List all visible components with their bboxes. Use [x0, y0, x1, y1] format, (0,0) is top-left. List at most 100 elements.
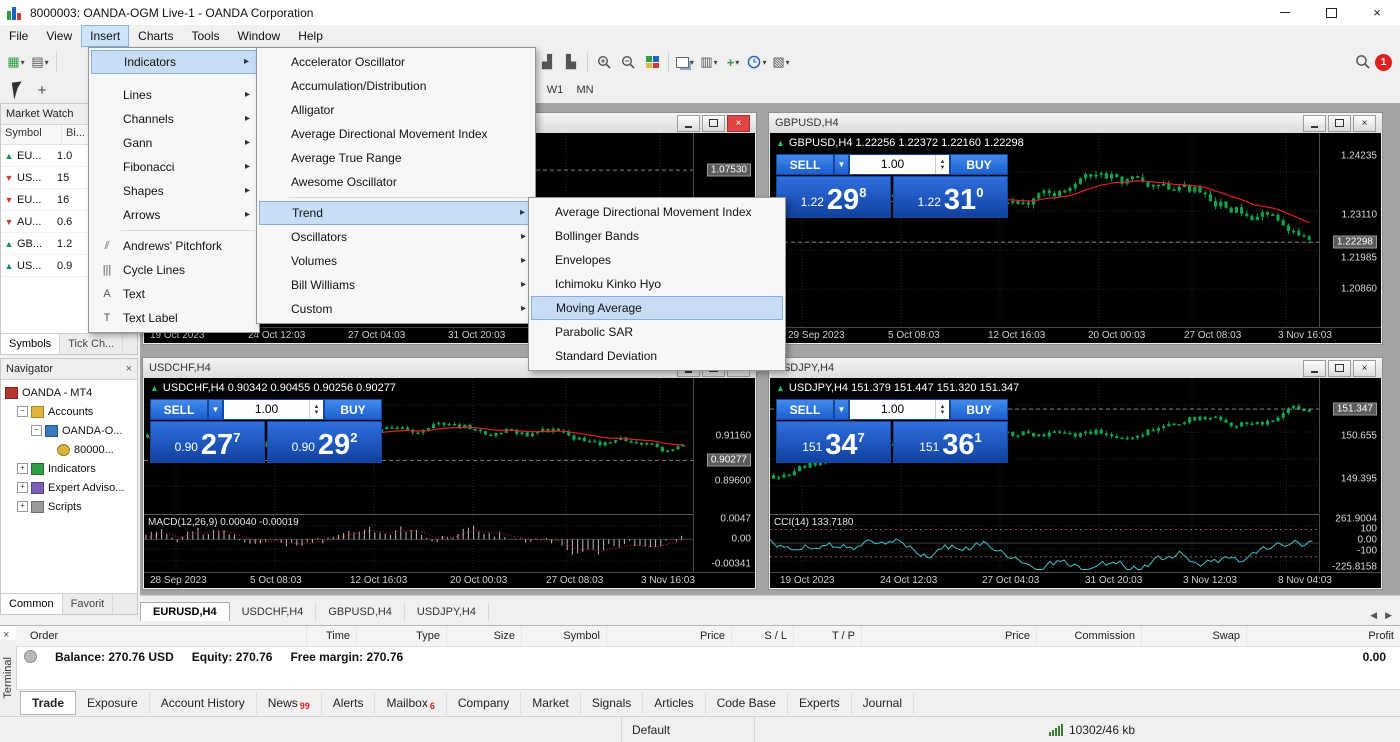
column-stop-loss[interactable]: S / L — [731, 626, 793, 646]
window-maximize-button[interactable] — [1308, 0, 1354, 25]
buy-price[interactable]: 0.90292 — [267, 421, 382, 463]
chart-restore-button[interactable] — [1328, 360, 1351, 377]
indicator-list-icon[interactable]: ▟ — [536, 51, 558, 73]
menu-item-text[interactable]: AText — [91, 282, 257, 306]
lot-dropdown-icon[interactable]: ▼ — [834, 154, 849, 175]
menu-item-accelerator-oscillator[interactable]: Accelerator Oscillator — [259, 50, 533, 74]
column-symbol[interactable]: Symbol — [1, 125, 62, 144]
chart-minimize-button[interactable] — [677, 115, 700, 132]
terminal-tab-company[interactable]: Company — [447, 692, 521, 714]
menu-item-parabolic-sar[interactable]: Parabolic SAR — [531, 320, 783, 344]
terminal-tab-code-base[interactable]: Code Base — [706, 692, 788, 714]
column-profit[interactable]: Profit — [1246, 626, 1400, 646]
column-time[interactable]: Time — [306, 626, 356, 646]
terminal-tab-alerts[interactable]: Alerts — [322, 692, 376, 714]
column-type[interactable]: Type — [356, 626, 446, 646]
menu-file[interactable]: File — [0, 25, 37, 47]
column-symbol[interactable]: Symbol — [521, 626, 606, 646]
lot-spinner[interactable]: ▲▼ — [935, 400, 949, 419]
window-close-button[interactable]: × — [1354, 0, 1400, 25]
profiles-button[interactable]: ▤▾ — [29, 51, 51, 73]
menu-view[interactable]: View — [37, 25, 81, 47]
menu-item-moving-average[interactable]: Moving Average — [531, 296, 783, 320]
chart-titlebar[interactable]: USDJPY,H4 × — [769, 358, 1382, 378]
navigator-item-indicators[interactable]: +Indicators — [5, 459, 137, 478]
chart-tab-gbpusd[interactable]: GBPUSD,H4 — [316, 603, 405, 621]
period-w1-button[interactable]: W1 — [540, 80, 570, 100]
navigator-item-account-server[interactable]: OANDA - MT4 — [5, 383, 137, 402]
menu-charts[interactable]: Charts — [129, 25, 182, 47]
buy-button[interactable]: BUY — [950, 399, 1008, 420]
tab-symbols[interactable]: Symbols — [1, 334, 60, 354]
buy-price[interactable]: 151361 — [893, 421, 1008, 463]
terminal-tab-journal[interactable]: Journal — [852, 692, 914, 714]
chart-close-button[interactable]: × — [1353, 115, 1376, 132]
menu-item-text-label[interactable]: TText Label — [91, 306, 257, 330]
window-minimize-button[interactable] — [1262, 0, 1308, 25]
navigator-item-account-number[interactable]: 80000... — [5, 440, 137, 459]
navigator-item-server[interactable]: −OANDA-O... — [5, 421, 137, 440]
chart-minimize-button[interactable] — [1303, 360, 1326, 377]
cci-indicator-window[interactable]: CCI(14) 133.7180 — [770, 514, 1319, 573]
menu-window[interactable]: Window — [229, 25, 290, 47]
sell-price[interactable]: 1.22298 — [776, 176, 891, 218]
lot-dropdown-icon[interactable]: ▼ — [834, 399, 849, 420]
sell-button[interactable]: SELL — [776, 399, 834, 420]
menu-item-fibonacci[interactable]: Fibonacci▸ — [91, 155, 257, 179]
tabs-scroll-right-icon[interactable]: ▶ — [1385, 610, 1392, 621]
macd-indicator-window[interactable]: MACD(12,26,9) 0.00040 -0.00019 — [144, 514, 693, 573]
menu-item-shapes[interactable]: Shapes▸ — [91, 179, 257, 203]
new-chart-button[interactable]: ▦▾ — [5, 51, 27, 73]
cascade-windows-icon[interactable]: ▾ — [674, 51, 696, 73]
menu-item-ichimoku[interactable]: Ichimoku Kinko Hyo — [531, 272, 783, 296]
lot-spinner[interactable]: ▲▼ — [309, 400, 323, 419]
terminal-tab-exposure[interactable]: Exposure — [76, 692, 150, 714]
menu-insert[interactable]: Insert — [81, 25, 129, 47]
menu-item-custom[interactable]: Custom▸ — [259, 297, 533, 321]
menu-item-awesome-oscillator[interactable]: Awesome Oscillator — [259, 170, 533, 194]
column-order[interactable]: Order — [16, 626, 306, 646]
chart-window-gbpusd[interactable]: GBPUSD,H4 × ▲GBPUSD,H4 1.22256 1.22372 1… — [768, 112, 1383, 345]
menu-item-volumes[interactable]: Volumes▸ — [259, 249, 533, 273]
chart-tab-usdjpy[interactable]: USDJPY,H4 — [405, 603, 489, 621]
menu-item-envelopes[interactable]: Envelopes — [531, 248, 783, 272]
menu-help[interactable]: Help — [289, 25, 332, 47]
column-commission[interactable]: Commission — [1036, 626, 1141, 646]
lot-input[interactable]: 1.00▲▼ — [849, 399, 950, 420]
sell-price[interactable]: 0.90277 — [150, 421, 265, 463]
menu-item-oscillators[interactable]: Oscillators▸ — [259, 225, 533, 249]
notification-badge[interactable]: 1 — [1375, 54, 1392, 71]
chart-restore-button[interactable] — [702, 115, 725, 132]
navigator-close-icon[interactable]: × — [126, 363, 132, 375]
column-price-current[interactable]: Price — [861, 626, 1036, 646]
sell-price[interactable]: 151347 — [776, 421, 891, 463]
chart-minimize-button[interactable] — [1303, 115, 1326, 132]
sell-button[interactable]: SELL — [776, 154, 834, 175]
tab-common[interactable]: Common — [1, 594, 63, 614]
terminal-close-icon[interactable]: × — [3, 629, 9, 641]
menu-item-trend[interactable]: Trend▸ — [259, 201, 533, 225]
lot-input[interactable]: 1.00▲▼ — [223, 399, 324, 420]
connection-status[interactable]: 10302/46 kb — [1039, 717, 1145, 742]
chart-close-button[interactable]: × — [1353, 360, 1376, 377]
terminal-tab-articles[interactable]: Articles — [643, 692, 705, 714]
chart-window-usdchf[interactable]: USDCHF,H4 × ▲USDCHF,H4 0.90342 0.90455 0… — [142, 357, 757, 590]
column-price-open[interactable]: Price — [606, 626, 731, 646]
menu-item-alligator[interactable]: Alligator — [259, 98, 533, 122]
expand-icon[interactable]: + — [17, 501, 28, 512]
lot-input[interactable]: 1.00▲▼ — [849, 154, 950, 175]
collapse-icon[interactable]: − — [31, 425, 42, 436]
column-take-profit[interactable]: T / P — [793, 626, 861, 646]
search-icon[interactable] — [1352, 51, 1374, 73]
column-size[interactable]: Size — [446, 626, 521, 646]
buy-price[interactable]: 1.22310 — [893, 176, 1008, 218]
terminal-tab-market[interactable]: Market — [521, 692, 581, 714]
add-chart-icon[interactable]: +▾ — [722, 51, 744, 73]
menu-item-andrews-pitchfork[interactable]: ⫽Andrews' Pitchfork — [91, 234, 257, 258]
lot-dropdown-icon[interactable]: ▼ — [208, 399, 223, 420]
zoom-out-icon[interactable] — [617, 51, 639, 73]
navigator-item-expert-advisors[interactable]: +Expert Adviso... — [5, 478, 137, 497]
chart-tab-usdchf[interactable]: USDCHF,H4 — [230, 603, 317, 621]
chart-close-button[interactable]: × — [727, 115, 750, 132]
tab-tick-chart[interactable]: Tick Ch... — [60, 334, 123, 354]
